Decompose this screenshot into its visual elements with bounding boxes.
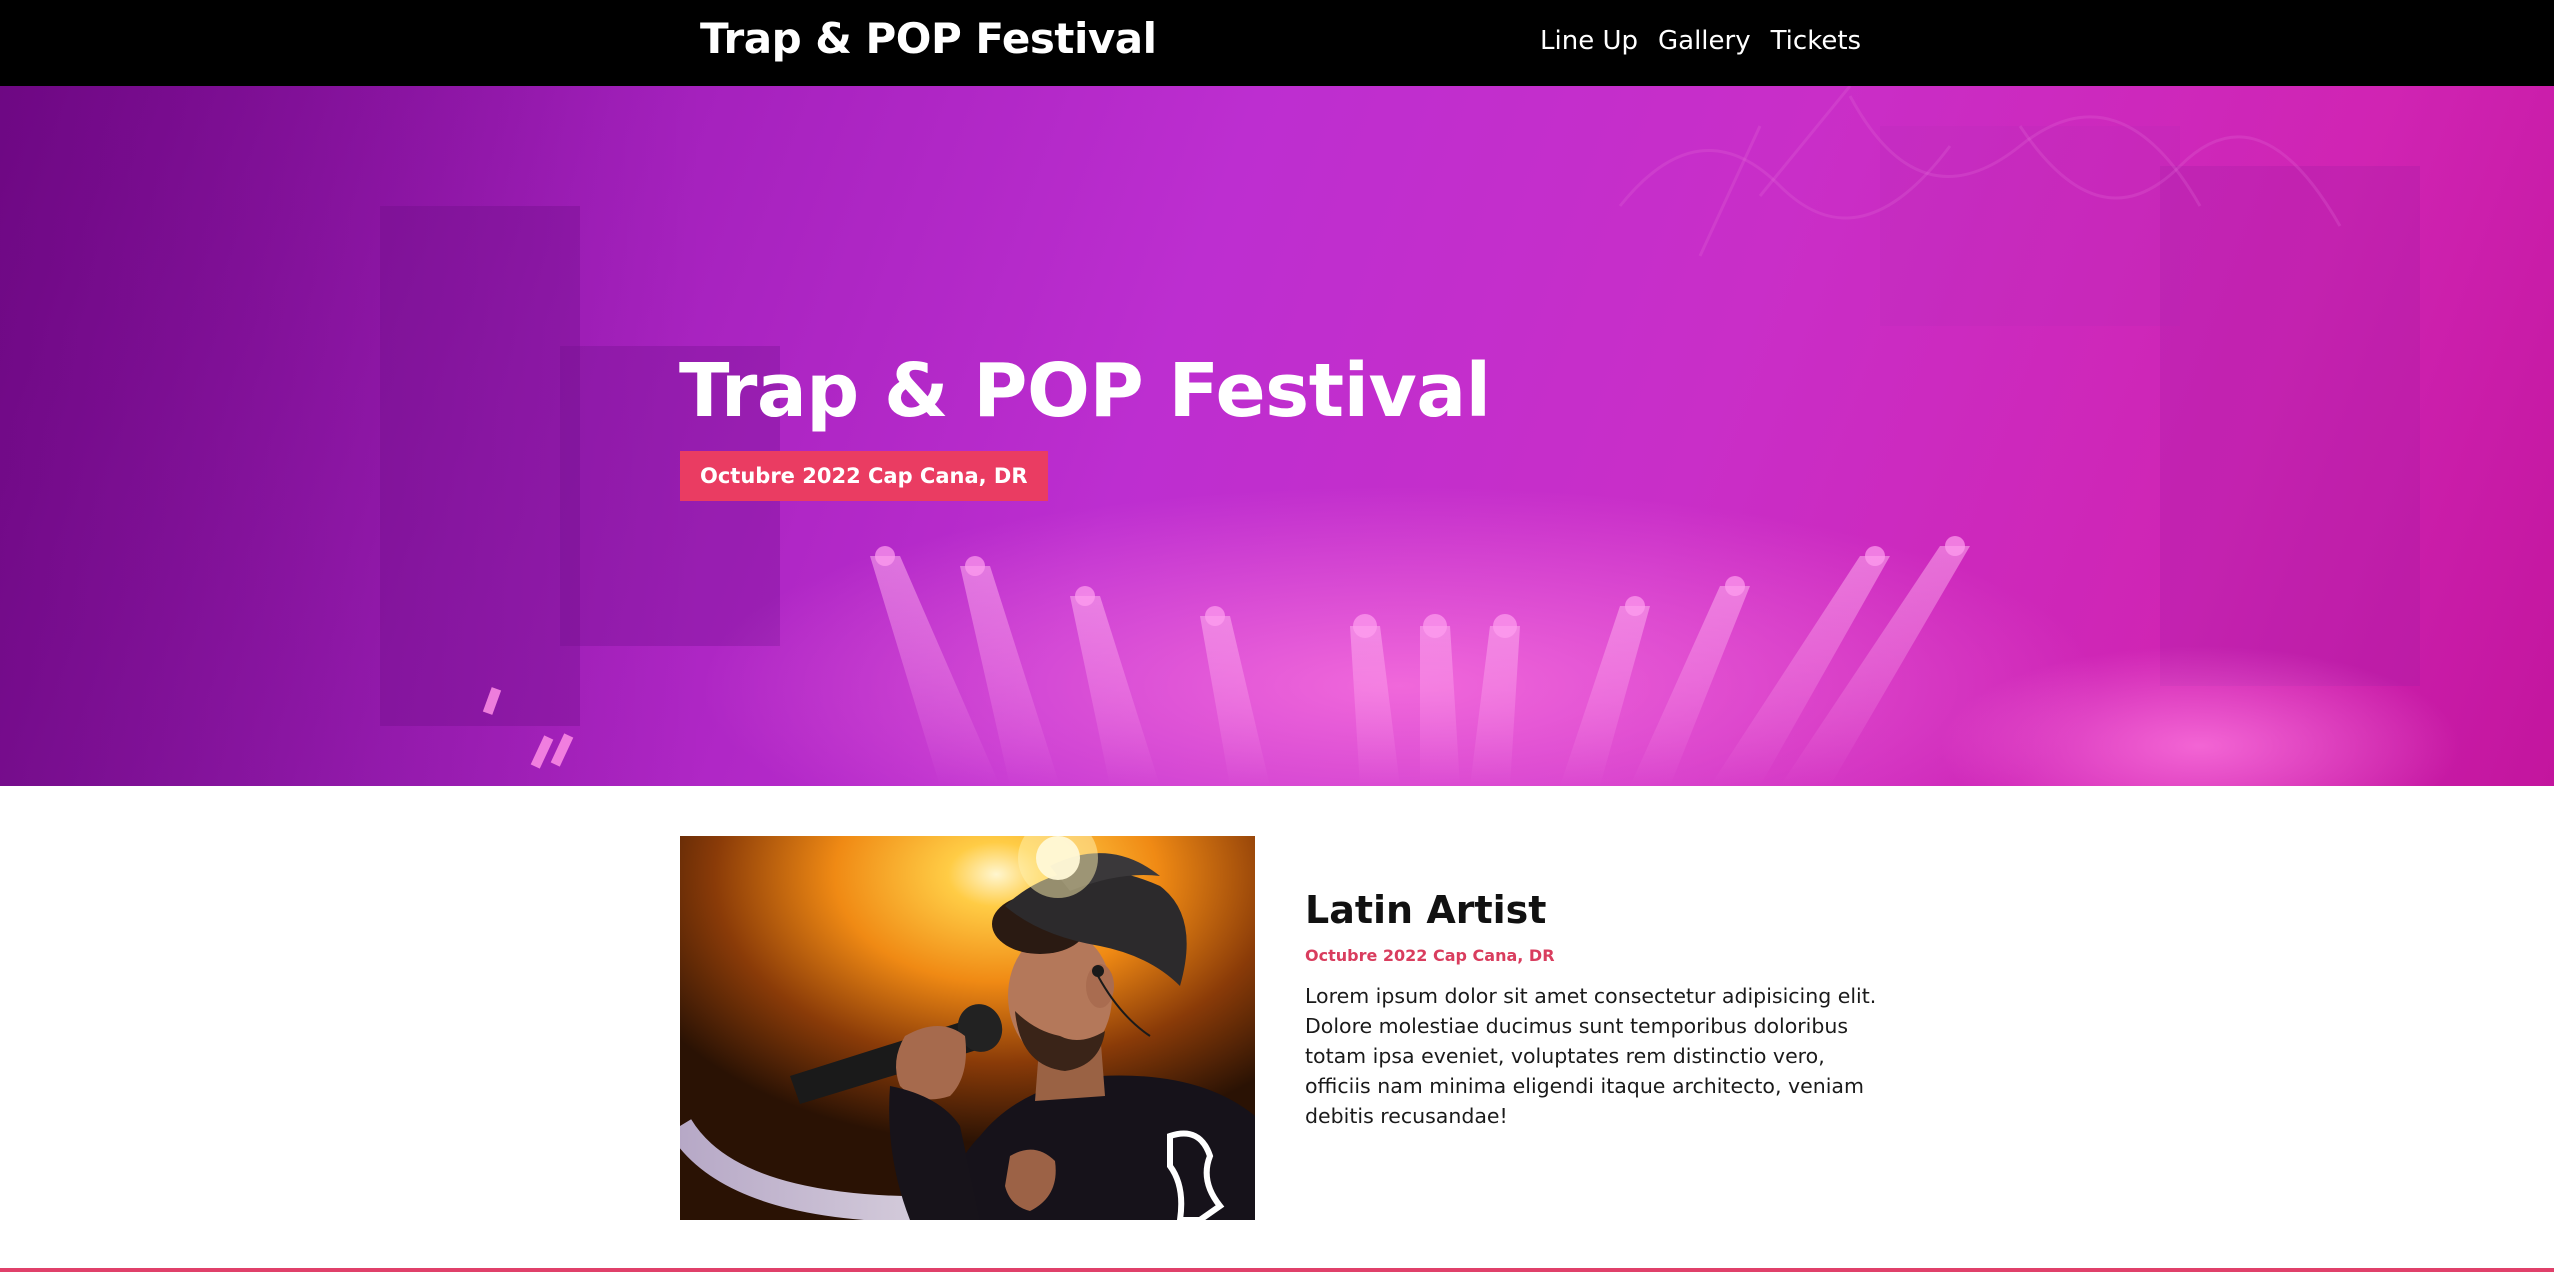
main-nav: Line Up Gallery Tickets: [1540, 26, 1861, 56]
hero-background-image: [0, 86, 2460, 786]
nav-link-tickets[interactable]: Tickets: [1771, 26, 1861, 56]
site-header: Trap & POP Festival Line Up Gallery Tick…: [0, 0, 2554, 86]
nav-link-gallery[interactable]: Gallery: [1658, 26, 1751, 56]
artist-photo: [680, 836, 1255, 1220]
hero-title: Trap & POP Festival: [679, 348, 1491, 434]
site-logo[interactable]: Trap & POP Festival: [700, 14, 1157, 63]
section-divider: [0, 1268, 2554, 1272]
hero-date-badge: Octubre 2022 Cap Cana, DR: [680, 451, 1048, 501]
artist-date: Octubre 2022 Cap Cana, DR: [1305, 946, 1555, 965]
hero-banner: Trap & POP Festival Octubre 2022 Cap Can…: [0, 86, 2554, 786]
artist-name: Latin Artist: [1305, 888, 1547, 932]
artist-info: Latin Artist Octubre 2022 Cap Cana, DR L…: [1305, 888, 1885, 1131]
nav-link-line-up[interactable]: Line Up: [1540, 26, 1638, 56]
artist-description: Lorem ipsum dolor sit amet consectetur a…: [1305, 984, 1877, 1128]
